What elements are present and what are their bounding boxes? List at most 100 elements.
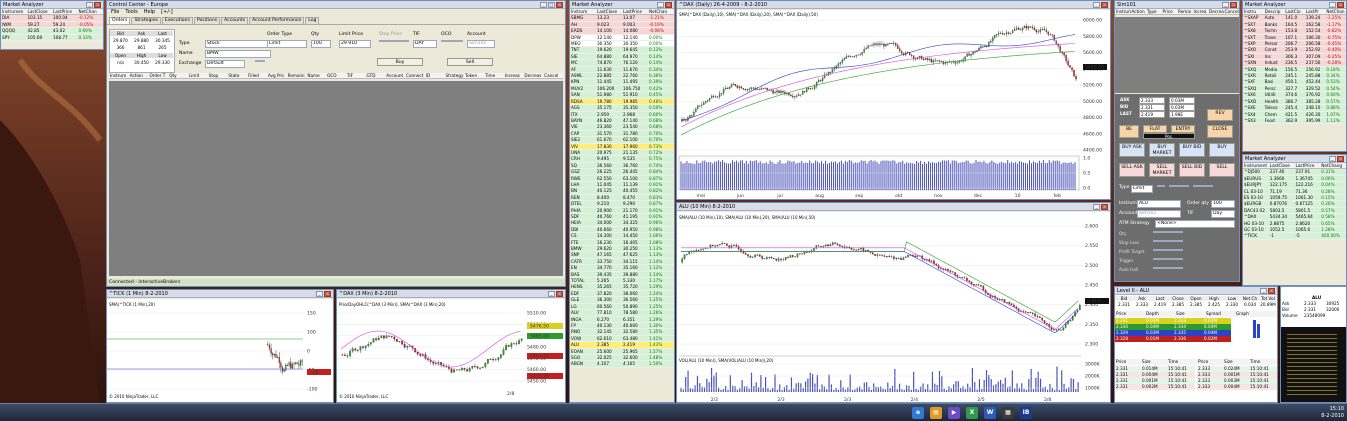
column-header[interactable]: NetChan — [1325, 9, 1346, 14]
column-header[interactable]: LastPrice — [52, 9, 78, 14]
atm-param-input[interactable] — [1153, 231, 1183, 233]
column-header[interactable]: Strategy — [444, 73, 464, 78]
column-header[interactable]: Filled — [247, 73, 267, 78]
close-button[interactable]: × — [1101, 203, 1108, 210]
atm-param-input[interactable] — [1153, 258, 1183, 260]
sell-market-button[interactable]: SELL MARKET — [1149, 163, 1175, 177]
minimize-button[interactable]: _ — [657, 1, 664, 8]
minimize-button[interactable]: _ — [1329, 1, 1336, 8]
tab-accounts[interactable]: Accounts — [221, 17, 249, 24]
column-header[interactable]: Avg Pric — [267, 73, 287, 78]
column-header[interactable]: Decreas — [523, 73, 543, 78]
minimize-button[interactable]: _ — [1329, 155, 1336, 162]
price-input[interactable] — [1169, 185, 1189, 187]
depth-row[interactable]: 2.328 0.01M — [1115, 336, 1173, 342]
close-button[interactable]: × — [1337, 155, 1344, 162]
minimize-button[interactable]: _ — [1222, 1, 1229, 8]
minimize-button[interactable]: _ — [86, 1, 93, 8]
ib-icon[interactable]: IB — [1020, 407, 1032, 419]
column-header[interactable]: LastPrice — [622, 9, 648, 14]
column-header[interactable]: Decrea — [1208, 9, 1224, 14]
type-aux-select[interactable] — [1157, 185, 1165, 187]
column-header[interactable]: NetChan — [78, 9, 104, 14]
close-button[interactable]: × — [1230, 1, 1237, 8]
menu-item[interactable]: [+/-] — [161, 9, 173, 17]
entry-button[interactable]: ENTRY — [1171, 125, 1195, 133]
column-header[interactable]: Instrum — [570, 9, 596, 14]
column-header[interactable]: NetChan — [648, 9, 674, 14]
column-header[interactable]: Cancel — [1224, 9, 1240, 14]
order-type-select[interactable]: Limit — [267, 40, 307, 48]
folder-icon[interactable]: ▤ — [930, 407, 942, 419]
stop-price-input[interactable] — [1193, 185, 1213, 187]
column-header[interactable]: GTD — [366, 73, 386, 78]
tab-positions[interactable]: Positions — [193, 17, 221, 24]
limit-price-input[interactable]: 29.910 — [339, 40, 371, 48]
atm-param-input[interactable] — [1153, 249, 1183, 251]
buy-ask-button[interactable]: BUY ASK — [1119, 143, 1145, 157]
column-header[interactable]: Price — [1162, 9, 1178, 14]
menu-item[interactable]: Tools — [125, 9, 137, 17]
column-header[interactable]: TIF — [346, 73, 366, 78]
minimize-button[interactable]: _ — [548, 290, 555, 297]
column-header[interactable]: Remaini — [287, 73, 307, 78]
column-header[interactable]: State — [227, 73, 247, 78]
spreadsheet-icon[interactable]: X — [966, 407, 978, 419]
close-button[interactable]: × — [1337, 1, 1344, 8]
tab-strategies[interactable]: Strategies — [131, 17, 161, 24]
oco-input[interactable] — [441, 40, 463, 42]
orders-list[interactable] — [1115, 17, 1239, 93]
table-row[interactable]: ABGN 4.107 4.165 1.50% — [570, 361, 674, 368]
dax-3min-chart[interactable]: 5510.005500.005490.005480.005470.005460.… — [337, 299, 565, 402]
column-header[interactable]: Action — [1131, 9, 1147, 14]
column-header[interactable]: Stop — [208, 73, 228, 78]
media-icon[interactable]: ▶ — [948, 407, 960, 419]
table-row[interactable]: ^SX3 Food 362.9 395.99 1.11% — [1243, 117, 1346, 125]
column-header[interactable]: OCO — [326, 73, 346, 78]
column-header[interactable]: Instrument — [1243, 163, 1269, 168]
close-button[interactable]: × — [556, 1, 563, 8]
column-header[interactable]: LastPrice — [1295, 163, 1321, 168]
column-header[interactable]: LastClose — [1269, 163, 1295, 168]
menu-item[interactable]: File — [111, 9, 119, 17]
browser-icon[interactable]: e — [912, 407, 924, 419]
depth-row[interactable]: 2.336 0.02M — [1173, 336, 1231, 342]
trading-app-icon[interactable]: ▦ — [1002, 407, 1014, 419]
column-header[interactable]: LastPr — [1305, 9, 1326, 14]
table-row[interactable]: SPY 105.69 108.77 0.33% — [1, 34, 103, 42]
menu-item[interactable]: Help — [144, 9, 155, 17]
tab-orders[interactable]: Orders — [109, 17, 131, 24]
minimize-button[interactable]: _ — [540, 1, 547, 8]
minimize-button[interactable]: _ — [1093, 203, 1100, 210]
column-header[interactable]: Instrum — [1115, 9, 1131, 14]
column-header[interactable]: Instrumen — [1, 9, 27, 14]
column-header[interactable]: ID — [425, 73, 445, 78]
buy-bid-button[interactable]: BUY BID — [1179, 143, 1205, 157]
reverse-button[interactable]: REV — [1207, 109, 1233, 121]
buy-button[interactable]: BUY — [1209, 143, 1235, 157]
column-header[interactable]: Account — [385, 73, 405, 78]
column-header[interactable]: Connect — [405, 73, 425, 78]
column-header[interactable]: Increas — [504, 73, 524, 78]
column-header[interactable]: Limit — [188, 73, 208, 78]
account-select[interactable]: Sim101 — [467, 40, 495, 48]
word-icon[interactable]: W — [984, 407, 996, 419]
orders-grid[interactable] — [109, 81, 563, 276]
column-header[interactable]: Remai — [1177, 9, 1193, 14]
tab-executions[interactable]: Executions — [161, 17, 193, 24]
close-button[interactable]: × — [324, 290, 331, 297]
sell-ask-button[interactable]: SELL ASK — [1119, 163, 1145, 177]
type-select[interactable]: Limit — [1131, 185, 1153, 193]
minimize-button[interactable]: _ — [1260, 287, 1267, 294]
dax-daily-chart[interactable]: 6000.005800.005600.005400.005200.005000.… — [677, 10, 1110, 199]
alu-10min-chart[interactable]: 2.600 2.550 2.500 2.450 2.400 2.350 2.300 2.419… — [677, 212, 1110, 402]
order-qty-input[interactable]: 100 — [1211, 200, 1235, 208]
exchange-select[interactable]: Default — [205, 60, 245, 68]
tab-account-performance[interactable]: Account Performance — [249, 17, 305, 24]
account-select[interactable]: Sim101 — [1137, 210, 1181, 218]
minimize-button[interactable]: _ — [1093, 1, 1100, 8]
close-button[interactable]: × — [94, 1, 101, 8]
exchange-picker-button[interactable] — [255, 60, 265, 62]
sell-bid-button[interactable]: SELL BID — [1179, 163, 1205, 177]
breakeven-button[interactable]: BE — [1119, 125, 1139, 138]
